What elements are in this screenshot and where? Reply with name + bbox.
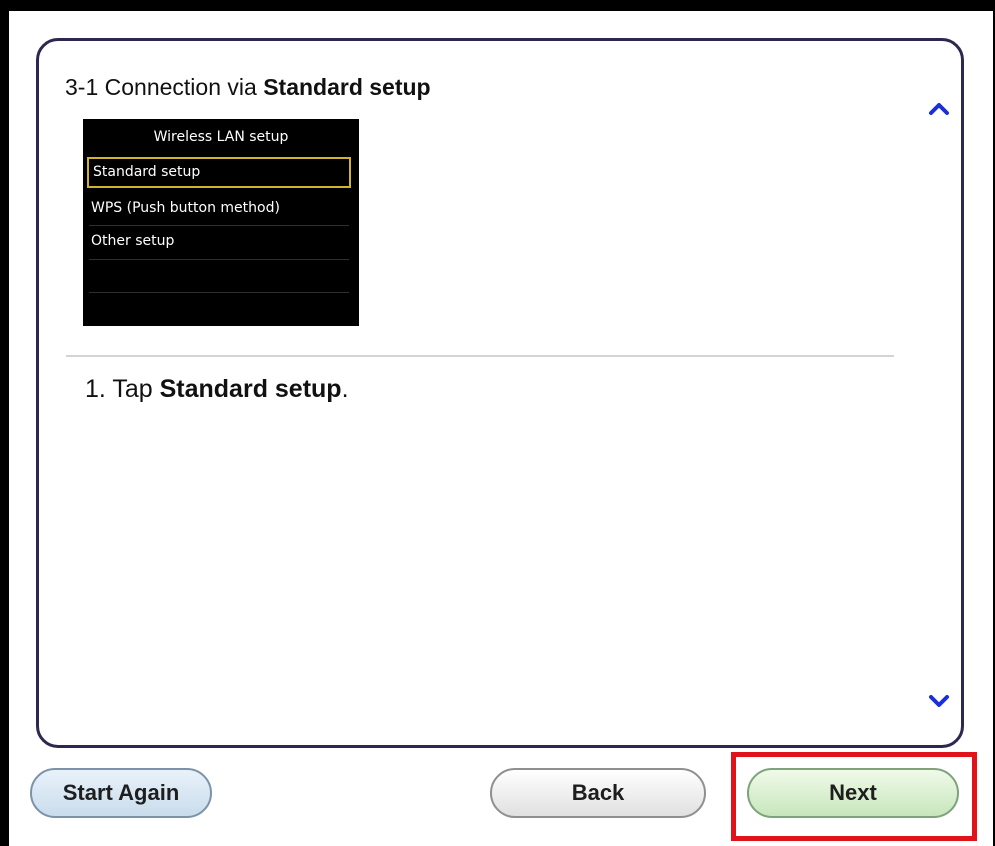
printer-screen-image: Wireless LAN setup Standard setup WPS (P… <box>83 119 359 326</box>
printer-screen-separator <box>89 259 349 260</box>
next-button[interactable]: Next <box>747 768 959 818</box>
printer-screen-title: Wireless LAN setup <box>153 129 289 145</box>
section-divider <box>66 355 894 357</box>
printer-screen-item-wps: WPS (Push button method) <box>91 200 280 216</box>
section-title-bold: Standard setup <box>263 74 431 100</box>
scroll-up-button[interactable] <box>927 99 951 117</box>
section-title: 3-1 Connection via Standard setup <box>65 74 431 101</box>
instruction-text: 1. Tap Standard setup. <box>85 375 349 404</box>
section-title-prefix: 3-1 Connection via <box>65 74 264 100</box>
instruction-bold: Standard setup <box>159 375 342 403</box>
instruction-suffix: . <box>341 375 349 403</box>
back-button[interactable]: Back <box>490 768 706 818</box>
start-again-button[interactable]: Start Again <box>30 768 212 818</box>
setup-window: 3-1 Connection via Standard setup Wirele… <box>9 11 993 846</box>
printer-screen-item-other-setup: Other setup <box>91 233 175 249</box>
instruction-prefix: 1. Tap <box>85 375 160 403</box>
scroll-down-button[interactable] <box>927 692 951 710</box>
printer-screen-item-standard-setup: Standard setup <box>87 157 351 188</box>
chevron-down-icon <box>929 695 949 707</box>
content-panel: 3-1 Connection via Standard setup Wirele… <box>36 38 964 748</box>
printer-screen-separator <box>89 292 349 293</box>
chevron-up-icon <box>929 103 949 115</box>
